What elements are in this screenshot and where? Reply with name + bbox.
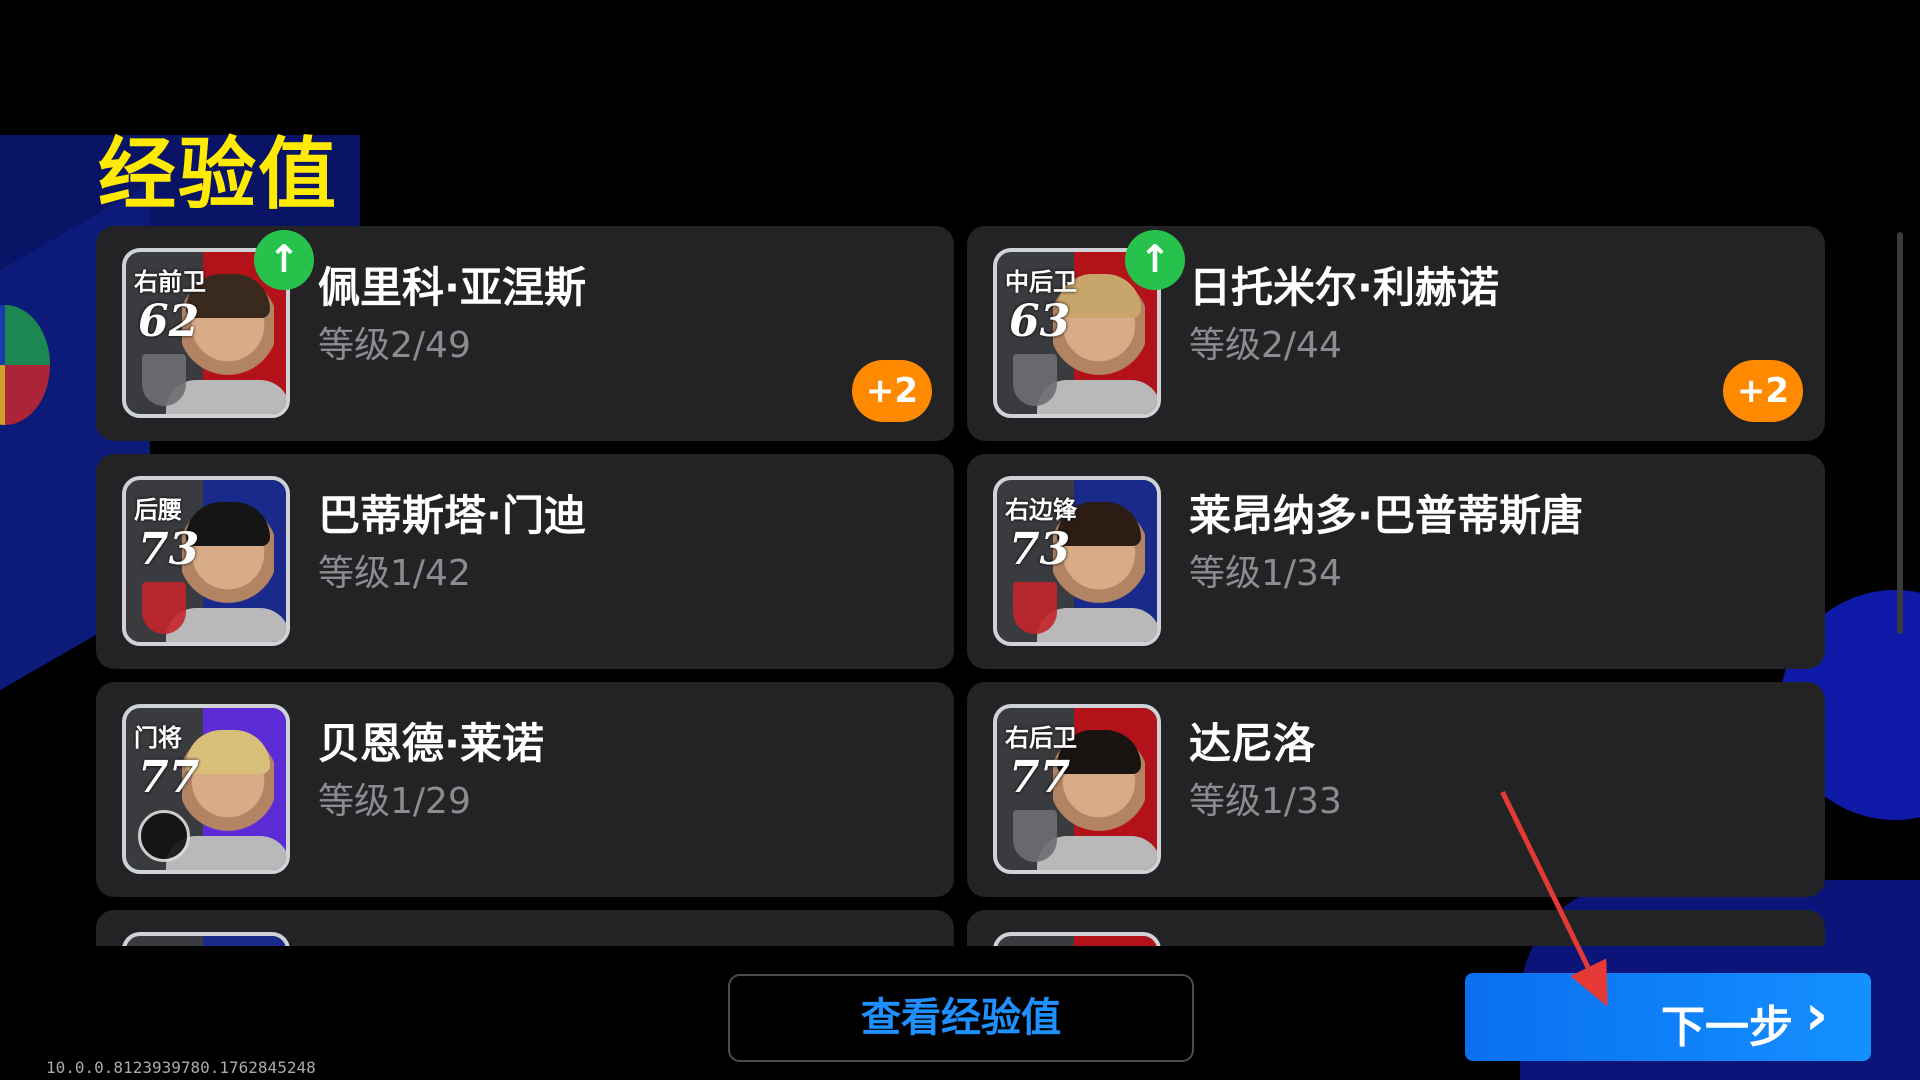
player-rating: 77 (1009, 752, 1071, 803)
card-stripe (1073, 936, 1157, 946)
player-position: 门将 (134, 724, 182, 752)
player-card[interactable]: 右边锋 73 莱昂纳多·巴普蒂斯唐等级1/34 (967, 454, 1825, 669)
player-card[interactable] (96, 910, 954, 946)
card-stripe (202, 936, 286, 946)
player-card[interactable]: 后腰 73 巴蒂斯塔·门迪等级1/42 (96, 454, 954, 669)
club-crest-icon (142, 354, 186, 406)
player-level: 等级1/42 (318, 553, 471, 594)
player-portrait (122, 932, 290, 946)
club-crest-icon (1013, 582, 1057, 634)
player-rating: 62 (138, 296, 200, 347)
player-name: 贝恩德·莱诺 (318, 719, 544, 768)
player-level: 等级1/34 (1189, 553, 1342, 594)
player-card[interactable]: 右前卫 62 ↑ 佩里科·亚涅斯等级2/49 +2 (96, 226, 954, 441)
version-text: 10.0.0.8123939780.1762845248 (46, 1058, 316, 1077)
player-level: 等级2/49 (318, 325, 471, 366)
player-exp-list[interactable]: 右前卫 62 ↑ 佩里科·亚涅斯 等级2/49 +2 中后卫 63 ↑ 日托米尔·利赫诺 等级2/4… (96, 226, 1826, 946)
player-position: 中后卫 (1005, 268, 1077, 296)
player-card[interactable]: 右后卫 77 达尼洛等级1/33 (967, 682, 1825, 897)
player-rating: 73 (138, 524, 200, 575)
page-title: 经验值 (98, 130, 339, 220)
player-portrait: 后腰 73 (122, 476, 290, 646)
level-up-arrow-icon: ↑ (1125, 230, 1185, 290)
player-level: 等级1/29 (318, 781, 471, 822)
level-gain-badge: +2 (1723, 360, 1803, 422)
player-rating: 77 (138, 752, 200, 803)
next-button-label: 下一步 (1661, 1002, 1793, 1053)
player-grid: 右前卫 62 ↑ 佩里科·亚涅斯 等级2/49 +2 中后卫 63 ↑ 日托米尔·利赫诺 等级2/4… (96, 226, 1826, 946)
player-card[interactable] (967, 910, 1825, 946)
player-position: 后腰 (134, 496, 182, 524)
scrollbar[interactable] (1897, 232, 1903, 634)
player-card[interactable]: 中后卫 63 ↑ 日托米尔·利赫诺等级2/44 +2 (967, 226, 1825, 441)
player-name: 佩里科·亚涅斯 (318, 263, 586, 312)
player-position: 右边锋 (1005, 496, 1077, 524)
player-portrait (993, 932, 1161, 946)
chevron-right-icon: › (1805, 983, 1829, 1048)
player-position: 右后卫 (1005, 724, 1077, 752)
player-card[interactable]: 门将 77 贝恩德·莱诺等级1/29 (96, 682, 954, 897)
view-exp-button[interactable]: 查看经验值 (728, 974, 1194, 1062)
player-name: 日托米尔·利赫诺 (1189, 263, 1499, 312)
player-portrait: 门将 77 (122, 704, 290, 874)
player-portrait: 右边锋 73 (993, 476, 1161, 646)
club-crest-icon (138, 810, 190, 862)
player-portrait: 右后卫 77 (993, 704, 1161, 874)
player-rating: 63 (1009, 296, 1071, 347)
club-crest-icon (142, 582, 186, 634)
level-up-arrow-icon: ↑ (254, 230, 314, 290)
club-crest-icon (1013, 354, 1057, 406)
level-gain-badge: +2 (852, 360, 932, 422)
player-position: 右前卫 (134, 268, 206, 296)
player-level: 等级2/44 (1189, 325, 1342, 366)
next-button[interactable]: 下一步 › (1465, 973, 1871, 1061)
club-crest-icon (1013, 810, 1057, 862)
player-name: 巴蒂斯塔·门迪 (318, 491, 586, 540)
player-level: 等级1/33 (1189, 781, 1342, 822)
player-name: 莱昂纳多·巴普蒂斯唐 (1189, 491, 1583, 540)
player-rating: 73 (1009, 524, 1071, 575)
player-name: 达尼洛 (1189, 719, 1316, 768)
